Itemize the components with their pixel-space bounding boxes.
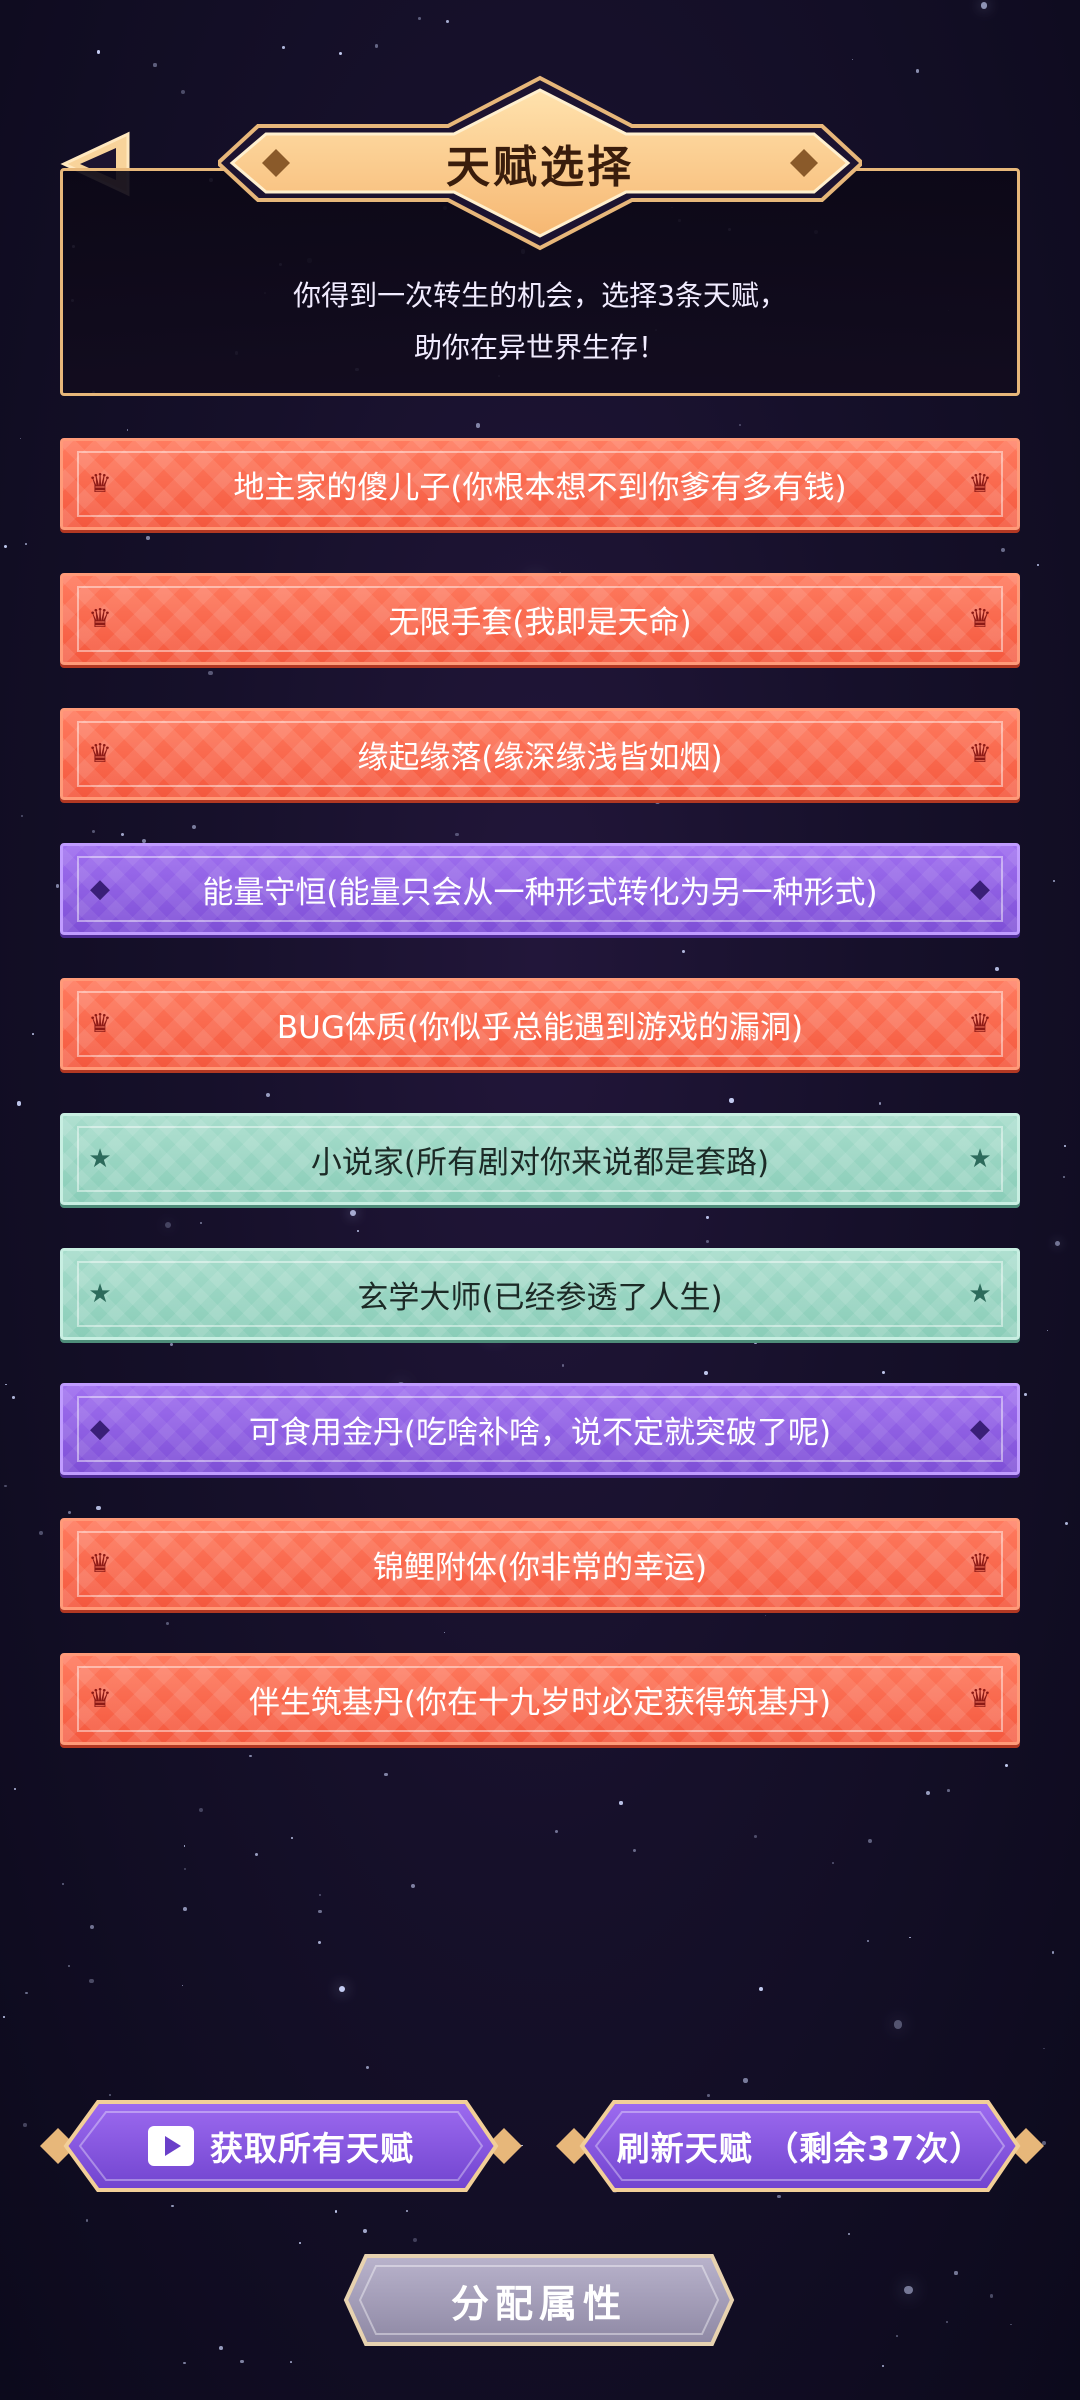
talent-label: 能量守恒(能量只会从一种形式转化为另一种形式): [202, 874, 878, 911]
crown-icon: ♛: [88, 1549, 112, 1579]
talent-label: 缘起缘落(缘深缘浅皆如烟): [357, 739, 723, 776]
star-icon: ★: [88, 1279, 112, 1309]
diamond-icon: ◆: [90, 1414, 110, 1444]
talent-label: 无限手套(我即是天命): [388, 604, 692, 641]
talent-label: 锦鲤附体(你非常的幸运): [372, 1549, 708, 1586]
talent-option[interactable]: ♛ ♛ BUG体质(你似乎总能遇到游戏的漏洞): [60, 978, 1020, 1070]
crown-icon: ♛: [968, 604, 992, 634]
talent-label: 可食用金丹(吃啥补啥，说不定就突破了呢): [248, 1414, 832, 1451]
crown-icon: ♛: [968, 469, 992, 499]
talent-option[interactable]: ♛ ♛ 锦鲤附体(你非常的幸运): [60, 1518, 1020, 1610]
star-icon: ★: [968, 1279, 992, 1309]
crown-icon: ♛: [88, 469, 112, 499]
crown-icon: ♛: [968, 1684, 992, 1714]
assign-attributes-button[interactable]: 分配属性: [342, 2250, 736, 2350]
talent-label: 伴生筑基丹(你在十九岁时必定获得筑基丹): [248, 1684, 832, 1721]
refresh-talents-label: 刷新天赋 （剩余37次）: [616, 2129, 984, 2168]
star-icon: ★: [88, 1144, 112, 1174]
intro-line-2: 助你在异世界生存！: [413, 331, 666, 364]
refresh-talents-button[interactable]: 刷新天赋 （剩余37次）: [552, 2094, 1048, 2198]
crown-icon: ♛: [968, 739, 992, 769]
diamond-icon: ◆: [970, 874, 990, 904]
talent-option[interactable]: ★ ★ 小说家(所有剧对你来说都是套路): [60, 1113, 1020, 1205]
intro-text: 你得到一次转生的机会，选择3条天赋， 助你在异世界生存！: [60, 270, 1020, 374]
crown-icon: ♛: [88, 604, 112, 634]
crown-icon: ♛: [88, 1684, 112, 1714]
star-icon: ★: [968, 1144, 992, 1174]
talent-option[interactable]: ◆ ◆ 能量守恒(能量只会从一种形式转化为另一种形式): [60, 843, 1020, 935]
talent-option[interactable]: ♛ ♛ 缘起缘落(缘深缘浅皆如烟): [60, 708, 1020, 800]
video-play-icon: [148, 2126, 194, 2166]
page-title: 天赋选择: [446, 142, 634, 193]
intro-line-1: 你得到一次转生的机会，选择3条天赋，: [293, 279, 787, 312]
crown-icon: ♛: [88, 739, 112, 769]
talent-option[interactable]: ♛ ♛ 伴生筑基丹(你在十九岁时必定获得筑基丹): [60, 1653, 1020, 1745]
talent-label: 玄学大师(已经参透了人生): [357, 1279, 723, 1316]
get-all-talents-label: 获取所有天赋: [210, 2129, 414, 2168]
talent-option[interactable]: ♛ ♛ 地主家的傻儿子(你根本想不到你爹有多有钱): [60, 438, 1020, 530]
crown-icon: ♛: [88, 1009, 112, 1039]
assign-attributes-label: 分配属性: [450, 2281, 627, 2326]
crown-icon: ♛: [968, 1009, 992, 1039]
diamond-icon: ◆: [970, 1414, 990, 1444]
get-all-talents-button[interactable]: 获取所有天赋: [36, 2094, 526, 2198]
talent-label: 地主家的傻儿子(你根本想不到你爹有多有钱): [233, 469, 847, 506]
talent-label: 小说家(所有剧对你来说都是套路): [310, 1144, 770, 1181]
talent-option[interactable]: ★ ★ 玄学大师(已经参透了人生): [60, 1248, 1020, 1340]
diamond-icon: ◆: [90, 874, 110, 904]
talent-option[interactable]: ◆ ◆ 可食用金丹(吃啥补啥，说不定就突破了呢): [60, 1383, 1020, 1475]
talent-option[interactable]: ♛ ♛ 无限手套(我即是天命): [60, 573, 1020, 665]
talent-label: BUG体质(你似乎总能遇到游戏的漏洞): [276, 1009, 804, 1046]
crown-icon: ♛: [968, 1549, 992, 1579]
